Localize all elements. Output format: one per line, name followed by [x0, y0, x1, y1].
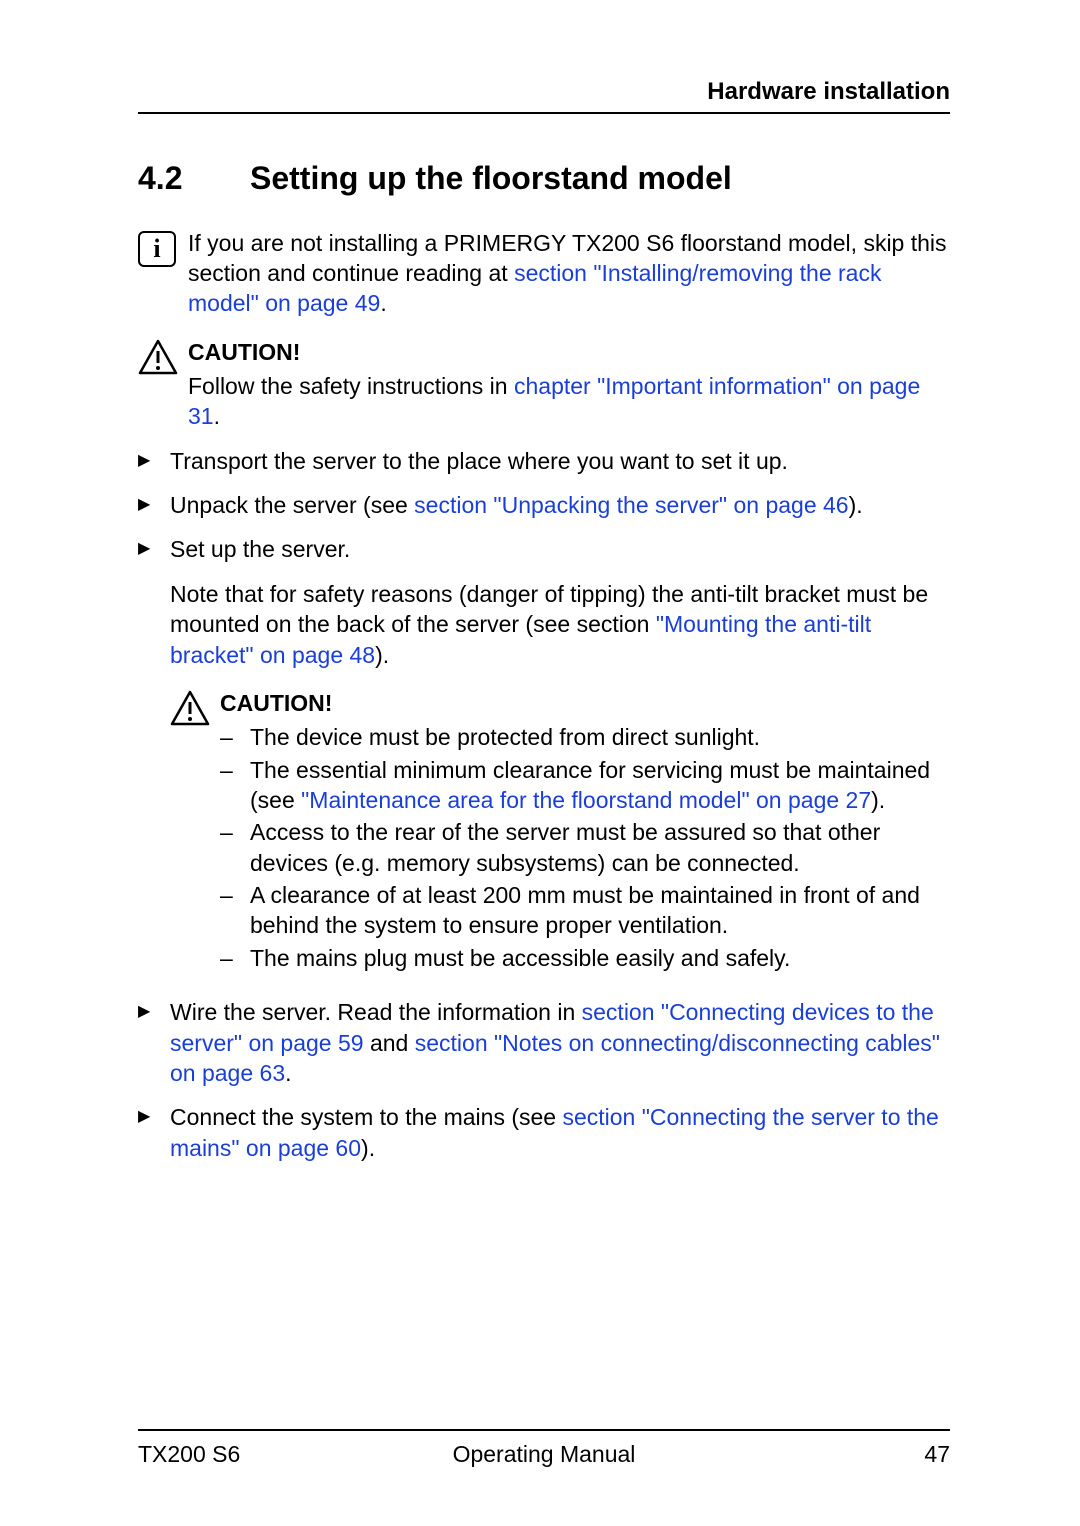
step-4: ▶ Wire the server. Read the information … [138, 997, 950, 1088]
step-3: ▶ Set up the server. [138, 534, 950, 564]
link-maintenance-area[interactable]: "Maintenance area for the floorstand mod… [301, 787, 871, 813]
caution-item-4: – A clearance of at least 200 mm must be… [220, 880, 950, 941]
step-2: ▶ Unpack the server (see section "Unpack… [138, 490, 950, 520]
page-header: Hardware installation [138, 78, 950, 114]
caution-item-5: – The mains plug must be accessible easi… [220, 943, 950, 973]
footer-product: TX200 S6 [138, 1441, 240, 1468]
footer-doc-title: Operating Manual [138, 1441, 950, 1468]
caution-text: CAUTION! Follow the safety instructions … [188, 337, 950, 432]
link-unpacking[interactable]: section "Unpacking the server" on page 4… [414, 492, 848, 518]
caution-item-3: – Access to the rear of the server must … [220, 817, 950, 878]
step-1: ▶ Transport the server to the place wher… [138, 446, 950, 476]
info-icon: i [138, 231, 176, 267]
section-number: 4.2 [138, 160, 250, 197]
footer-page-number: 47 [924, 1441, 950, 1468]
caution-label: CAUTION! [220, 688, 950, 718]
step-marker-icon: ▶ [138, 534, 170, 564]
step-marker-icon: ▶ [138, 446, 170, 476]
info-text: If you are not installing a PRIMERGY TX2… [188, 229, 950, 319]
caution-note-2: CAUTION! – The device must be protected … [170, 688, 950, 975]
caution-item-2: – The essential minimum clearance for se… [220, 755, 950, 816]
caution-note-1: CAUTION! Follow the safety instructions … [138, 337, 950, 432]
step-marker-icon: ▶ [138, 1102, 170, 1163]
page-content: Hardware installation 4.2Setting up the … [0, 0, 1080, 1163]
header-title: Hardware installation [707, 78, 950, 105]
step-marker-icon: ▶ [138, 997, 170, 1088]
caution-label: CAUTION! [188, 337, 950, 367]
caution-item-list: – The device must be protected from dire… [220, 722, 950, 973]
info-note: i If you are not installing a PRIMERGY T… [138, 229, 950, 319]
step-list: ▶ Transport the server to the place wher… [138, 446, 950, 565]
step-list-2: ▶ Wire the server. Read the information … [138, 997, 950, 1163]
step-3-note: Note that for safety reasons (danger of … [170, 579, 950, 670]
caution-icon [170, 690, 210, 726]
step-marker-icon: ▶ [138, 490, 170, 520]
page-footer: TX200 S6 Operating Manual 47 [138, 1429, 950, 1468]
caution-item-1: – The device must be protected from dire… [220, 722, 950, 752]
section-title-text: Setting up the floorstand model [250, 160, 732, 196]
step-5: ▶ Connect the system to the mains (see s… [138, 1102, 950, 1163]
section-heading: 4.2Setting up the floorstand model [138, 160, 950, 197]
caution-text: CAUTION! – The device must be protected … [220, 688, 950, 975]
caution-icon [138, 339, 178, 375]
